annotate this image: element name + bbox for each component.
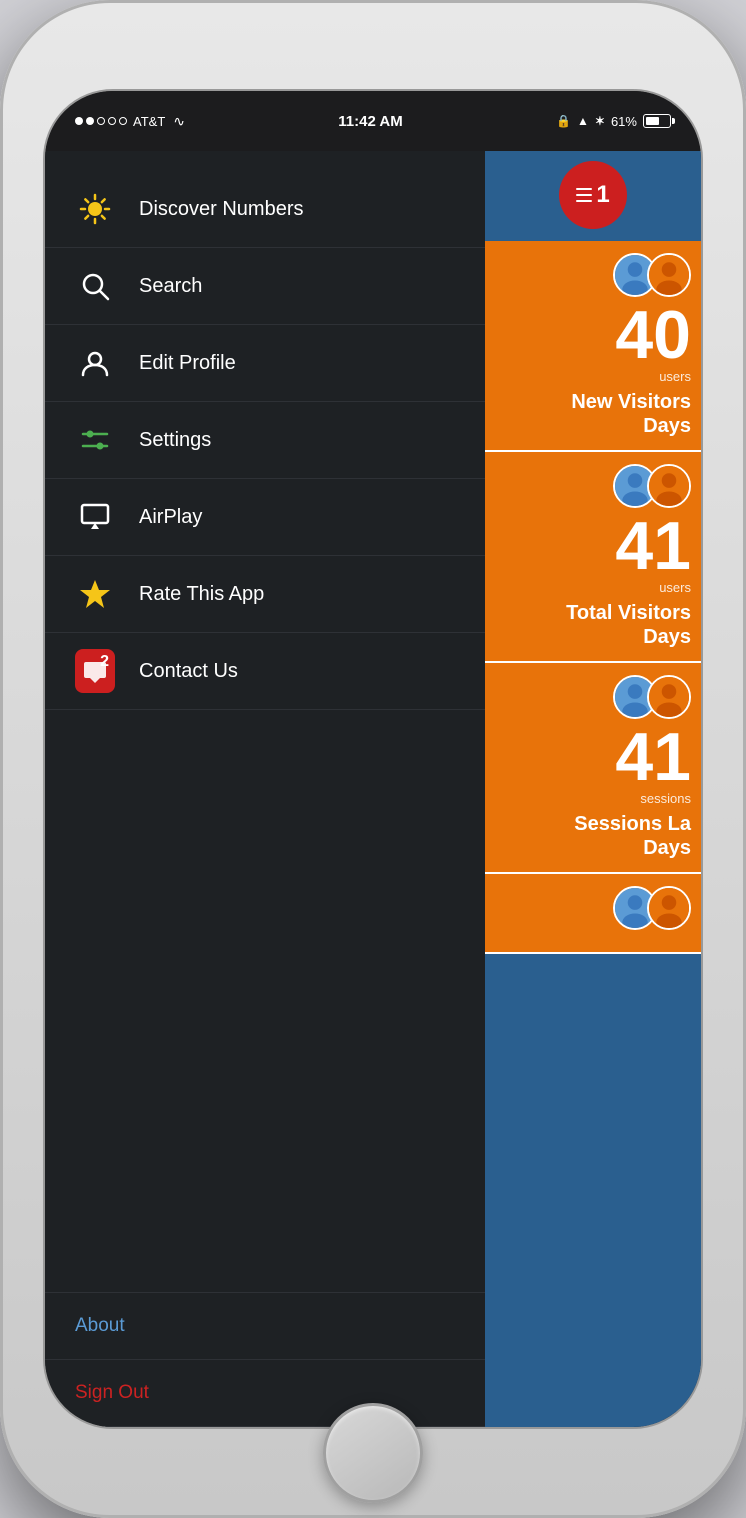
stat-unit-2: users <box>495 580 691 595</box>
status-left: AT&T ∿ <box>75 113 185 130</box>
search-icon <box>75 266 115 306</box>
avatar-img-4 <box>649 466 689 506</box>
signal-dot-1 <box>75 117 83 125</box>
stats-area: 40 users New VisitorsDays <box>485 241 701 1427</box>
stat-card-3[interactable]: 41 sessions Sessions LaDays <box>485 663 701 874</box>
stat-unit-3: sessions <box>495 791 691 806</box>
status-bar: AT&T ∿ 11:42 AM 🔒 ▲ ✶ 61% <box>45 91 701 151</box>
menu-about[interactable]: About <box>45 1293 485 1360</box>
menu-panel: Discover Numbers Search <box>45 151 485 1427</box>
rate-app-label: Rate This App <box>139 583 264 606</box>
sun-icon <box>75 189 115 229</box>
menu-item-rate-app[interactable]: Rate This App <box>45 556 485 633</box>
notif-count: 1 <box>596 181 609 209</box>
menu-items-list: Discover Numbers Search <box>45 151 485 1292</box>
location-icon: ▲ <box>577 114 589 128</box>
menu-item-airplay[interactable]: AirPlay <box>45 479 485 556</box>
avatar-img-8 <box>649 888 689 928</box>
phone-frame: AT&T ∿ 11:42 AM 🔒 ▲ ✶ 61% <box>0 0 746 1518</box>
contact-badge: 2 <box>75 649 115 693</box>
stat-unit-1: users <box>495 369 691 384</box>
discover-label: Discover Numbers <box>139 198 303 221</box>
airplay-icon <box>75 497 115 537</box>
phone-screen: AT&T ∿ 11:42 AM 🔒 ▲ ✶ 61% <box>43 89 703 1429</box>
star-icon <box>75 574 115 614</box>
signal-dots <box>75 117 127 125</box>
stat-number-1: 40 <box>495 301 691 369</box>
lock-icon: 🔒 <box>556 114 571 128</box>
wifi-icon: ∿ <box>173 113 185 130</box>
menu-item-contact-us[interactable]: 2 Contact Us <box>45 633 485 710</box>
edit-profile-label: Edit Profile <box>139 352 236 375</box>
time-label: 11:42 AM <box>338 113 402 130</box>
avatar-2 <box>647 253 691 297</box>
signal-dot-5 <box>119 117 127 125</box>
contact-us-label: Contact Us <box>139 660 238 683</box>
contact-badge-icon: 2 <box>75 651 115 691</box>
settings-label: Settings <box>139 429 211 452</box>
stat-desc-2: Total VisitorsDays <box>495 601 691 649</box>
hamburger-icon <box>576 188 592 202</box>
avatar-group-1 <box>613 253 691 297</box>
stat-number-2: 41 <box>495 512 691 580</box>
avatar-6 <box>647 675 691 719</box>
signal-dot-3 <box>97 117 105 125</box>
battery-icon <box>643 114 671 128</box>
notification-badge[interactable]: 1 <box>559 161 627 229</box>
hline-3 <box>576 200 592 202</box>
stat-card-3-header <box>495 675 691 719</box>
stat-number-3: 41 <box>495 723 691 791</box>
avatar-group-3 <box>613 675 691 719</box>
avatar-group-2 <box>613 464 691 508</box>
stat-card-1-header <box>495 253 691 297</box>
stat-desc-3: Sessions LaDays <box>495 812 691 860</box>
menu-item-edit-profile[interactable]: Edit Profile <box>45 325 485 402</box>
avatar-8 <box>647 886 691 930</box>
contact-badge-number: 2 <box>100 653 109 671</box>
sliders-icon <box>75 420 115 460</box>
airplay-label: AirPlay <box>139 506 202 529</box>
avatar-img-2 <box>649 255 689 295</box>
signal-dot-2 <box>86 117 94 125</box>
carrier-label: AT&T <box>133 114 165 129</box>
signal-dot-4 <box>108 117 116 125</box>
battery-fill <box>646 117 659 125</box>
stat-card-2-header <box>495 464 691 508</box>
stat-card-4-header <box>495 886 691 930</box>
battery-body <box>643 114 671 128</box>
home-button-area <box>0 1388 746 1518</box>
avatar-group-4 <box>613 886 691 930</box>
avatar-img-6 <box>649 677 689 717</box>
stat-card-2[interactable]: 41 users Total VisitorsDays <box>485 452 701 663</box>
status-right: 🔒 ▲ ✶ 61% <box>556 114 671 129</box>
menu-item-discover[interactable]: Discover Numbers <box>45 171 485 248</box>
stat-card-1[interactable]: 40 users New VisitorsDays <box>485 241 701 452</box>
menu-item-search[interactable]: Search <box>45 248 485 325</box>
battery-percent: 61% <box>611 114 637 129</box>
stat-desc-1: New VisitorsDays <box>495 390 691 438</box>
hline-2 <box>576 194 592 196</box>
hline-1 <box>576 188 592 190</box>
person-icon <box>75 343 115 383</box>
right-panel: 1 <box>485 151 701 1427</box>
menu-item-settings[interactable]: Settings <box>45 402 485 479</box>
home-button[interactable] <box>323 1403 423 1503</box>
bluetooth-icon: ✶ <box>595 114 605 128</box>
avatar-4 <box>647 464 691 508</box>
search-label: Search <box>139 275 202 298</box>
screen-content: Discover Numbers Search <box>45 151 701 1427</box>
notif-badge-inner: 1 <box>576 181 609 209</box>
stat-card-4[interactable] <box>485 874 701 954</box>
